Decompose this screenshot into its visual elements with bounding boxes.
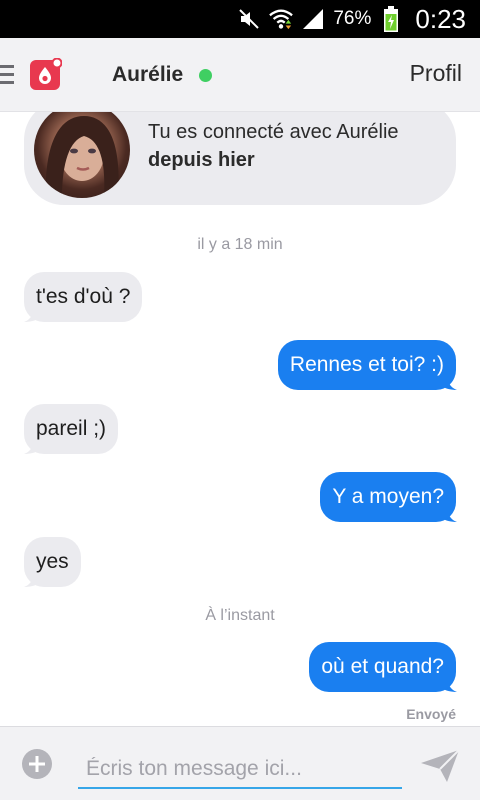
contact-name[interactable]: Aurélie — [112, 63, 183, 87]
timestamp: il y a 18 min — [197, 236, 283, 253]
match-info: Tu es connecté avec Aurélie depuis hier — [148, 118, 399, 174]
message-input[interactable] — [78, 751, 402, 789]
battery-charging-icon — [379, 6, 403, 32]
send-icon[interactable] — [420, 749, 460, 783]
app-bar: Aurélie Profil — [0, 38, 480, 112]
add-attachment-icon[interactable] — [21, 748, 53, 780]
match-text-line1: Tu es connecté avec Aurélie — [148, 121, 399, 143]
message-bubble-outgoing[interactable]: Rennes et toi? :) — [277, 340, 456, 390]
message-bubble-outgoing[interactable]: où et quand? — [309, 642, 456, 692]
menu-icon[interactable] — [0, 63, 16, 87]
status-time: 0:23 — [415, 3, 466, 34]
signal-icon — [301, 7, 325, 31]
wifi-icon — [269, 7, 294, 31]
timestamp: À l’instant — [205, 607, 275, 624]
online-status-dot — [199, 69, 212, 82]
battery-percent: 76% — [333, 8, 372, 29]
message-bubble-outgoing[interactable]: Y a moyen? — [320, 472, 456, 522]
message-bubble-incoming[interactable]: pareil ;) — [24, 404, 119, 454]
app-logo-icon[interactable] — [30, 57, 63, 90]
mute-icon — [237, 7, 261, 31]
message-bubble-incoming[interactable]: t'es d'où ? — [24, 272, 143, 322]
conversation-area[interactable]: Tu es connecté avec Aurélie depuis hier … — [0, 112, 480, 726]
sent-status: Envoyé — [406, 706, 456, 722]
match-card: Tu es connecté avec Aurélie depuis hier — [24, 112, 456, 205]
status-bar: 76% 0:23 — [0, 0, 480, 38]
profile-button[interactable]: Profil — [410, 60, 462, 87]
avatar[interactable] — [34, 112, 130, 198]
match-text-line2: depuis hier — [148, 149, 255, 171]
message-bubble-incoming[interactable]: yes — [24, 537, 81, 587]
message-composer — [0, 726, 480, 800]
